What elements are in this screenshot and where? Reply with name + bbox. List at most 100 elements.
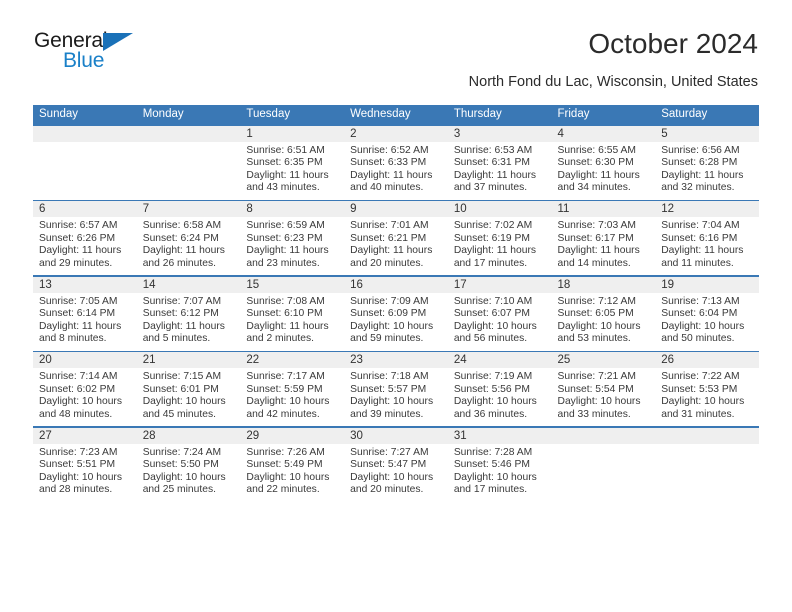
calendar-day-cell[interactable]: 24 Sunrise: 7:19 AM Sunset: 5:56 PM Dayligh…	[447, 352, 552, 426]
sunrise-time: Sunrise: 7:02 AM	[453, 220, 533, 231]
sunset-time: Sunset: 6:33 PM	[350, 157, 427, 169]
calendar-cell-empty	[33, 125, 137, 200]
daylight-duration-line2: and 43 minutes.	[246, 182, 320, 194]
calendar-day-cell[interactable]: 22 Sunrise: 7:17 AM Sunset: 5:59 PM Dayligh…	[240, 352, 345, 426]
day-details: Sunrise: 7:22 AM Sunset: 5:53 PM Daylight:…	[655, 368, 759, 421]
daylight-duration-line2: and 53 minutes.	[557, 333, 631, 345]
day-number: 18	[551, 276, 656, 293]
sunset-time: Sunset: 6:10 PM	[246, 308, 323, 320]
day-details: Sunrise: 6:58 AM Sunset: 6:24 PM Daylight:…	[137, 217, 241, 270]
day-details: Sunrise: 6:52 AM Sunset: 6:33 PM Daylight:…	[344, 142, 448, 195]
calendar-day-cell[interactable]: 30 Sunrise: 7:27 AM Sunset: 5:47 PM Dayligh…	[344, 427, 448, 502]
daylight-duration-line2: and 31 minutes.	[661, 408, 735, 420]
daylight-duration-line2: and 2 minutes.	[246, 333, 314, 345]
calendar-day-cell[interactable]: 3 Sunrise: 6:53 AM Sunset: 6:31 PM Daylight…	[447, 125, 552, 200]
day-details: Sunrise: 6:55 AM Sunset: 6:30 PM Daylight:…	[552, 142, 656, 195]
sunset-time: Sunset: 5:56 PM	[453, 383, 530, 395]
calendar-day-cell[interactable]: 16 Sunrise: 7:09 AM Sunset: 6:09 PM Dayligh…	[344, 276, 448, 351]
calendar-day-cell[interactable]: 12 Sunrise: 7:04 AM Sunset: 6:16 PM Dayligh…	[655, 201, 759, 275]
daylight-duration-line2: and 32 minutes.	[661, 182, 735, 194]
calendar-day-cell[interactable]: 26 Sunrise: 7:22 AM Sunset: 5:53 PM Dayligh…	[655, 352, 759, 426]
calendar-day-cell[interactable]: 4 Sunrise: 6:55 AM Sunset: 6:30 PM Daylight…	[551, 125, 656, 200]
calendar-day-cell[interactable]: 10 Sunrise: 7:02 AM Sunset: 6:19 PM Dayligh…	[447, 201, 552, 275]
calendar-week-row: 6 Sunrise: 6:57 AM Sunset: 6:26 PM Daylight…	[33, 199, 759, 276]
daylight-duration-line2: and 5 minutes.	[142, 333, 211, 345]
generalblue-logo[interactable]: General Blue	[34, 30, 174, 84]
sunrise-time: Sunrise: 6:56 AM	[661, 144, 740, 156]
day-details	[552, 444, 656, 447]
calendar-day-cell[interactable]: 5 Sunrise: 6:56 AM Sunset: 6:28 PM Daylight…	[655, 125, 759, 200]
day-number: 12	[655, 201, 759, 217]
sunrise-time: Sunrise: 7:23 AM	[39, 446, 118, 458]
calendar-day-cell[interactable]: 8 Sunrise: 6:59 AM Sunset: 6:23 PM Daylight…	[240, 201, 345, 275]
page-title: October 2024	[588, 28, 758, 59]
calendar-day-cell[interactable]: 7 Sunrise: 6:58 AM Sunset: 6:24 PM Daylight…	[136, 201, 241, 275]
day-number	[136, 125, 241, 142]
day-number: 26	[655, 352, 759, 368]
daylight-duration-line1: Daylight: 10 hours	[39, 471, 122, 483]
day-number: 5	[655, 125, 759, 142]
day-number: 6	[33, 201, 137, 217]
calendar-day-cell[interactable]: 31 Sunrise: 7:28 AM Sunset: 5:46 PM Dayligh…	[447, 427, 552, 502]
day-number: 28	[136, 427, 241, 444]
day-details	[137, 142, 241, 145]
calendar-day-cell[interactable]: 2 Sunrise: 6:52 AM Sunset: 6:33 PM Daylight…	[344, 125, 448, 200]
daylight-duration-line2: and 45 minutes.	[142, 408, 216, 420]
day-number: 14	[136, 276, 241, 293]
sunset-time: Sunset: 5:59 PM	[246, 383, 323, 395]
calendar-day-cell[interactable]: 21 Sunrise: 7:15 AM Sunset: 6:01 PM Dayligh…	[136, 352, 241, 426]
daylight-duration-line1: Daylight: 10 hours	[246, 471, 330, 483]
calendar-day-cell[interactable]: 14 Sunrise: 7:07 AM Sunset: 6:12 PM Dayligh…	[136, 276, 241, 351]
sunrise-time: Sunrise: 7:03 AM	[557, 220, 636, 231]
day-details: Sunrise: 7:27 AM Sunset: 5:47 PM Daylight:…	[344, 444, 448, 497]
calendar-day-cell[interactable]: 25 Sunrise: 7:21 AM Sunset: 5:54 PM Dayligh…	[551, 352, 656, 426]
daylight-duration-line1: Daylight: 10 hours	[246, 396, 330, 408]
daylight-duration-line1: Daylight: 10 hours	[661, 320, 745, 332]
daylight-duration-line2: and 28 minutes.	[39, 484, 113, 496]
daylight-duration-line1: Daylight: 11 hours	[246, 169, 329, 181]
calendar-day-cell[interactable]: 1 Sunrise: 6:51 AM Sunset: 6:35 PM Daylight…	[240, 125, 345, 200]
daylight-duration-line1: Daylight: 10 hours	[557, 320, 641, 332]
calendar-day-cell[interactable]: 28 Sunrise: 7:24 AM Sunset: 5:50 PM Dayligh…	[136, 427, 241, 502]
calendar-day-cell[interactable]: 15 Sunrise: 7:08 AM Sunset: 6:10 PM Dayligh…	[240, 276, 345, 351]
sunset-time: Sunset: 5:54 PM	[557, 383, 634, 395]
sunrise-time: Sunrise: 7:18 AM	[350, 371, 429, 382]
week-cells: 27 Sunrise: 7:23 AM Sunset: 5:51 PM Dayligh…	[33, 427, 759, 502]
calendar-day-cell[interactable]: 27 Sunrise: 7:23 AM Sunset: 5:51 PM Dayligh…	[33, 427, 137, 502]
calendar-day-cell[interactable]: 18 Sunrise: 7:12 AM Sunset: 6:05 PM Dayligh…	[551, 276, 656, 351]
daylight-duration-line1: Daylight: 10 hours	[350, 320, 434, 332]
calendar-day-cell[interactable]: 29 Sunrise: 7:26 AM Sunset: 5:49 PM Dayligh…	[240, 427, 345, 502]
sunrise-time: Sunrise: 7:28 AM	[453, 446, 533, 458]
calendar-day-cell[interactable]: 19 Sunrise: 7:13 AM Sunset: 6:04 PM Dayligh…	[655, 276, 759, 351]
day-number	[33, 125, 137, 142]
calendar-day-cell[interactable]: 11 Sunrise: 7:03 AM Sunset: 6:17 PM Dayligh…	[551, 201, 656, 275]
calendar-day-cell[interactable]: 13 Sunrise: 7:05 AM Sunset: 6:14 PM Dayligh…	[33, 276, 137, 351]
daylight-duration-line2: and 20 minutes.	[350, 484, 424, 496]
calendar-day-cell[interactable]: 9 Sunrise: 7:01 AM Sunset: 6:21 PM Daylight…	[344, 201, 448, 275]
day-details: Sunrise: 7:01 AM Sunset: 6:21 PM Daylight:…	[344, 217, 448, 270]
sunrise-time: Sunrise: 7:27 AM	[350, 446, 429, 458]
calendar-day-cell[interactable]: 20 Sunrise: 7:14 AM Sunset: 6:02 PM Dayligh…	[33, 352, 137, 426]
day-number: 16	[344, 276, 448, 293]
daylight-duration-line1: Daylight: 10 hours	[142, 471, 226, 483]
week-cells: 1 Sunrise: 6:51 AM Sunset: 6:35 PM Daylight…	[33, 125, 759, 200]
daylight-duration-line2: and 39 minutes.	[350, 408, 424, 420]
daylight-duration-line1: Daylight: 11 hours	[39, 245, 122, 257]
daylight-duration-line1: Daylight: 10 hours	[350, 396, 434, 408]
week-cells: 20 Sunrise: 7:14 AM Sunset: 6:02 PM Dayligh…	[33, 352, 759, 426]
daylight-duration-line2: and 8 minutes.	[39, 333, 107, 345]
daylight-duration-line2: and 42 minutes.	[246, 408, 320, 420]
calendar-day-cell[interactable]: 6 Sunrise: 6:57 AM Sunset: 6:26 PM Daylight…	[33, 201, 137, 275]
day-details: Sunrise: 7:13 AM Sunset: 6:04 PM Daylight:…	[655, 293, 759, 346]
daylight-duration-line1: Daylight: 10 hours	[557, 396, 641, 408]
daylight-duration-line1: Daylight: 11 hours	[661, 245, 744, 257]
daylight-duration-line2: and 34 minutes.	[557, 182, 631, 194]
calendar-day-cell[interactable]: 17 Sunrise: 7:10 AM Sunset: 6:07 PM Dayligh…	[447, 276, 552, 351]
day-number: 3	[447, 125, 552, 142]
daylight-duration-line1: Daylight: 11 hours	[39, 320, 122, 332]
calendar-page: General Blue October 2024 North Fond du …	[0, 0, 792, 612]
calendar-day-cell[interactable]: 23 Sunrise: 7:18 AM Sunset: 5:57 PM Dayligh…	[344, 352, 448, 426]
daylight-duration-line2: and 26 minutes.	[142, 257, 216, 269]
day-number: 21	[136, 352, 241, 368]
sunrise-time: Sunrise: 7:12 AM	[557, 295, 636, 307]
